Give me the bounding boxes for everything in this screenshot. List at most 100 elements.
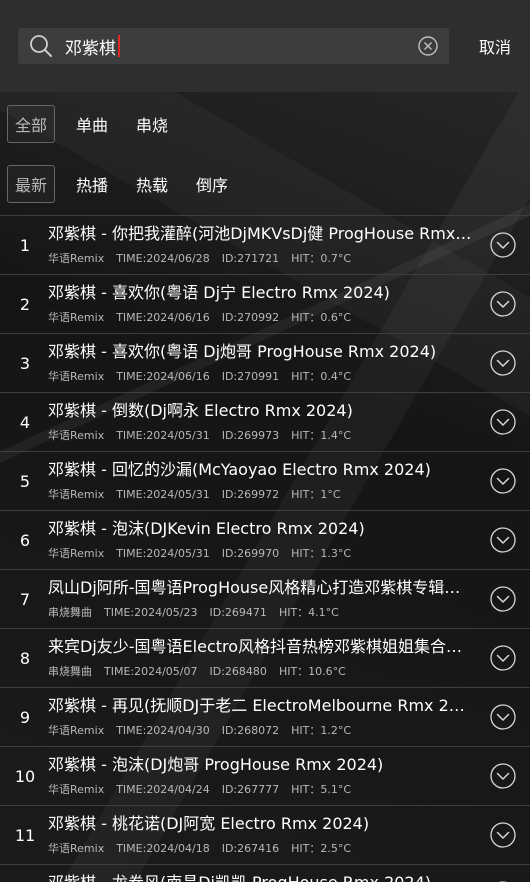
track-meta: 华语Remix TIME:2024/05/31 ID:269972 HIT：1°C	[48, 486, 483, 502]
track-genre: 华语Remix	[48, 488, 105, 501]
sort-hot-download[interactable]: 热载	[129, 165, 175, 203]
list-item[interactable]: 12邓紫棋 - 龙卷风(南昌Dj凯凯 ProgHouse Rmx 2024)华语…	[0, 864, 530, 882]
list-item[interactable]: 10 邓紫棋 - 泡沫(DJ炮哥 ProgHouse Rmx 2024) 华语Rem…	[0, 746, 530, 805]
track-title[interactable]: 邓紫棋 - 桃花诺(DJ阿宽 Electro Rmx 2024)	[48, 814, 473, 834]
track-genre: 华语Remix	[48, 252, 105, 265]
track-info: 邓紫棋 - 回忆的沙漏(McYaoyao Electro Rmx 2024) 华语…	[48, 460, 489, 502]
search-query: 邓紫棋	[65, 38, 116, 59]
track-info: 邓紫棋 - 再见(抚顺DJ于老二 ElectroMelbourne Rmx 20…	[48, 696, 489, 738]
chevron-down-icon[interactable]	[489, 585, 517, 613]
track-id: ID:269970	[221, 547, 280, 560]
track-meta: 华语Remix TIME:2024/04/30 ID:268072 HIT：1.2°C	[48, 722, 483, 738]
track-index: 2	[19, 294, 31, 314]
chevron-down-icon[interactable]	[489, 526, 517, 554]
track-title[interactable]: 邓紫棋 - 喜欢你(粤语 Dj炮哥 ProgHouse Rmx 2024)	[48, 342, 473, 362]
track-genre: 华语Remix	[48, 370, 105, 383]
track-title[interactable]: 邓紫棋 - 再见(抚顺DJ于老二 ElectroMelbourne Rmx 20…	[48, 696, 473, 716]
track-meta: 华语Remix TIME:2024/04/18 ID:267416 HIT：2.5°C	[48, 840, 483, 856]
track-hit: HIT：0.4°C	[291, 370, 352, 383]
track-id: ID:271721	[221, 252, 280, 265]
track-genre: 华语Remix	[48, 547, 105, 560]
track-title[interactable]: 凤山Dj阿所-国粤语ProgHouse风格精心打造邓紫棋专辑串…	[48, 578, 473, 598]
sort-latest[interactable]: 最新	[7, 165, 56, 203]
track-index: 9	[19, 707, 31, 727]
track-title[interactable]: 邓紫棋 - 回忆的沙漏(McYaoyao Electro Rmx 2024)	[48, 460, 473, 480]
track-hit: HIT：5.1°C	[291, 783, 352, 796]
list-item[interactable]: 6 邓紫棋 - 泡沫(DJKevin Electro Rmx 2024) 华语Rem…	[0, 510, 530, 569]
chevron-down-icon[interactable]	[489, 821, 517, 849]
list-item[interactable]: 1 邓紫棋 - 你把我灌醉(河池DjMKVsDj健 ProgHouse Rmx 2…	[0, 215, 530, 274]
track-meta: 华语Remix TIME:2024/06/16 ID:270991 HIT：0.4°C	[48, 368, 483, 384]
track-meta: 华语Remix TIME:2024/05/31 ID:269970 HIT：1.3°C	[48, 545, 483, 561]
track-index: 6	[19, 530, 31, 550]
track-title[interactable]: 来宾Dj友少-国粤语Electro风格抖音热榜邓紫棋姐姐集合串…	[48, 637, 473, 657]
track-time: TIME:2024/05/23	[104, 606, 198, 619]
track-hit: HIT：0.6°C	[291, 311, 352, 324]
sort-reverse[interactable]: 倒序	[189, 165, 235, 203]
track-meta: 串烧舞曲 TIME:2024/05/23 ID:269471 HIT：4.1°C	[48, 604, 483, 620]
track-time: TIME:2024/04/24	[116, 783, 210, 796]
track-genre: 华语Remix	[48, 783, 105, 796]
chevron-down-icon[interactable]	[489, 231, 517, 259]
track-hit: HIT：4.1°C	[278, 606, 339, 619]
list-item[interactable]: 4 邓紫棋 - 倒数(Dj啊永 Electro Rmx 2024) 华语Remix T…	[0, 392, 530, 451]
track-time: TIME:2024/06/16	[116, 311, 210, 324]
result-list: 1 邓紫棋 - 你把我灌醉(河池DjMKVsDj健 ProgHouse Rmx 2…	[0, 215, 530, 882]
sort-filter-row: 最新 热播 热载 倒序	[0, 154, 530, 214]
track-hit: HIT：1.4°C	[291, 429, 352, 442]
track-id: ID:267416	[221, 842, 280, 855]
search-input[interactable]: 邓紫棋	[65, 34, 417, 59]
track-time: TIME:2024/05/07	[104, 665, 198, 678]
track-meta: 华语Remix TIME:2024/04/24 ID:267777 HIT：5.1°C	[48, 781, 483, 797]
track-id: ID:268072	[221, 724, 280, 737]
track-title[interactable]: 邓紫棋 - 倒数(Dj啊永 Electro Rmx 2024)	[48, 401, 473, 421]
track-meta: 华语Remix TIME:2024/06/16 ID:270992 HIT：0.6°C	[48, 309, 483, 325]
chevron-down-icon[interactable]	[489, 467, 517, 495]
category-filter-row: 全部 单曲 串烧	[0, 94, 530, 154]
track-info: 邓紫棋 - 倒数(Dj啊永 Electro Rmx 2024) 华语Remix TI…	[48, 401, 489, 443]
chevron-down-icon[interactable]	[489, 290, 517, 318]
list-item[interactable]: 8 来宾Dj友少-国粤语Electro风格抖音热榜邓紫棋姐姐集合串… 串烧舞曲 TIM…	[0, 628, 530, 687]
cancel-button[interactable]: 取消	[479, 34, 511, 58]
text-caret	[118, 35, 120, 57]
search-header: 邓紫棋 取消	[0, 0, 530, 92]
track-title[interactable]: 邓紫棋 - 龙卷风(南昌Dj凯凯 ProgHouse Rmx 2024)	[48, 873, 473, 882]
track-time: TIME:2024/05/31	[116, 429, 210, 442]
chevron-down-icon[interactable]	[489, 762, 517, 790]
track-hit: HIT：0.7°C	[291, 252, 352, 265]
track-index: 5	[19, 471, 31, 491]
list-item[interactable]: 9 邓紫棋 - 再见(抚顺DJ于老二 ElectroMelbourne Rmx 2…	[0, 687, 530, 746]
track-title[interactable]: 邓紫棋 - 泡沫(DJ炮哥 ProgHouse Rmx 2024)	[48, 755, 473, 775]
track-meta: 华语Remix TIME:2024/05/31 ID:269973 HIT：1.4°C	[48, 427, 483, 443]
list-item[interactable]: 5 邓紫棋 - 回忆的沙漏(McYaoyao Electro Rmx 2024) 华…	[0, 451, 530, 510]
track-index: 3	[19, 353, 31, 373]
track-genre: 华语Remix	[48, 429, 105, 442]
chevron-down-icon[interactable]	[489, 349, 517, 377]
sort-hot-play[interactable]: 热播	[69, 165, 115, 203]
list-item[interactable]: 2 邓紫棋 - 喜欢你(粤语 Dj宁 Electro Rmx 2024) 华语Rem…	[0, 274, 530, 333]
list-item[interactable]: 11 邓紫棋 - 桃花诺(DJ阿宽 Electro Rmx 2024) 华语Remi…	[0, 805, 530, 864]
track-hit: HIT：2.5°C	[291, 842, 352, 855]
search-box[interactable]: 邓紫棋	[18, 28, 449, 64]
chevron-down-icon[interactable]	[489, 408, 517, 436]
track-title[interactable]: 邓紫棋 - 你把我灌醉(河池DjMKVsDj健 ProgHouse Rmx 2…	[48, 224, 473, 244]
track-index: 7	[19, 589, 31, 609]
track-id: ID:269471	[209, 606, 267, 619]
track-info: 凤山Dj阿所-国粤语ProgHouse风格精心打造邓紫棋专辑串… 串烧舞曲 TIME…	[48, 578, 489, 620]
track-hit: HIT：1.3°C	[291, 547, 352, 560]
filter-all[interactable]: 全部	[7, 105, 56, 143]
track-title[interactable]: 邓紫棋 - 喜欢你(粤语 Dj宁 Electro Rmx 2024)	[48, 283, 473, 303]
track-meta: 串烧舞曲 TIME:2024/05/07 ID:268480 HIT：10.6°C	[48, 663, 483, 679]
list-item[interactable]: 3 邓紫棋 - 喜欢你(粤语 Dj炮哥 ProgHouse Rmx 2024) 华语…	[0, 333, 530, 392]
chevron-down-icon[interactable]	[489, 703, 517, 731]
filter-single[interactable]: 单曲	[69, 105, 115, 143]
filter-medley[interactable]: 串烧	[129, 105, 175, 143]
track-time: TIME:2024/04/18	[116, 842, 210, 855]
track-info: 邓紫棋 - 龙卷风(南昌Dj凯凯 ProgHouse Rmx 2024)华语Re…	[48, 873, 489, 882]
track-title[interactable]: 邓紫棋 - 泡沫(DJKevin Electro Rmx 2024)	[48, 519, 473, 539]
clear-icon[interactable]	[417, 35, 439, 57]
chevron-down-icon[interactable]	[489, 644, 517, 672]
list-item[interactable]: 7 凤山Dj阿所-国粤语ProgHouse风格精心打造邓紫棋专辑串… 串烧舞曲 TIM…	[0, 569, 530, 628]
track-genre: 华语Remix	[48, 724, 105, 737]
track-index: 4	[19, 412, 31, 432]
